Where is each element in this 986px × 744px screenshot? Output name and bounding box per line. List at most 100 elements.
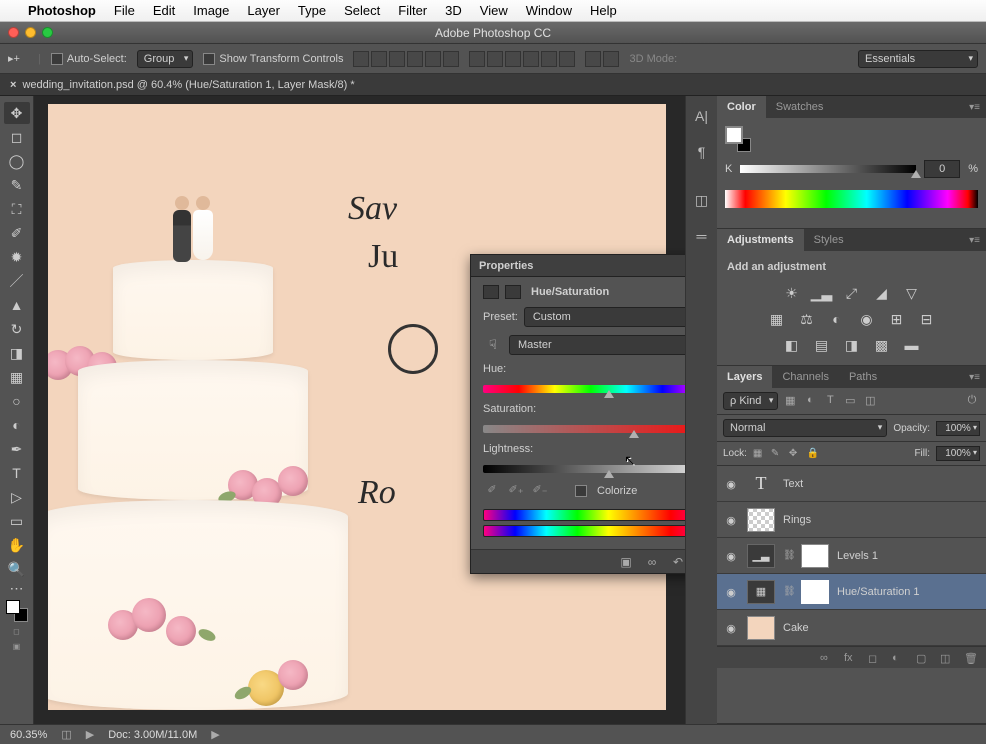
lock-transparency-icon[interactable]: ▦ (753, 448, 767, 460)
screen-mode-icon[interactable]: ▣ (7, 642, 27, 652)
adjustment-type-icon[interactable] (483, 285, 499, 299)
lasso-tool[interactable]: ◯ (4, 150, 30, 172)
layer-adjustment-thumb[interactable]: ▁▃ (747, 544, 775, 568)
brightness-contrast-icon[interactable]: ☀ (781, 283, 803, 303)
threshold-icon[interactable]: ◨ (841, 335, 863, 355)
photo-filter-icon[interactable]: ◉ (856, 309, 878, 329)
layer-visibility-icon[interactable]: ◉ (723, 586, 739, 598)
curves-icon[interactable]: ⤢ (841, 283, 863, 303)
filter-pixel-icon[interactable]: ▦ (782, 394, 798, 408)
menu-edit[interactable]: Edit (153, 3, 175, 18)
clip-to-layer-icon[interactable]: ▣ (618, 555, 634, 569)
layer-item-text[interactable]: ◉ T Text (717, 466, 986, 502)
hand-tool[interactable]: ✋ (4, 534, 30, 556)
layer-item-rings[interactable]: ◉ Rings (717, 502, 986, 538)
crop-tool[interactable]: ⛶ (4, 198, 30, 220)
lock-all-icon[interactable]: 🔒 (807, 448, 821, 460)
colorize-checkbox[interactable]: Colorize (575, 485, 637, 497)
bw-icon[interactable]: ◐ (826, 309, 848, 329)
color-lookup-icon[interactable]: ⊟ (916, 309, 938, 329)
k-value-input[interactable]: 0 (924, 160, 960, 178)
preset-dropdown[interactable]: Custom (524, 307, 685, 327)
workspace-dropdown[interactable]: Essentials (858, 50, 978, 68)
gradient-tool[interactable]: ▦ (4, 366, 30, 388)
clone-stamp-tool[interactable]: ▲ (4, 294, 30, 316)
layer-visibility-icon[interactable]: ◉ (723, 478, 739, 490)
menu-3d[interactable]: 3D (445, 3, 462, 18)
channels-tab[interactable]: Channels (772, 366, 838, 388)
layer-visibility-icon[interactable]: ◉ (723, 514, 739, 526)
hue-sat-icon[interactable]: ▦ (766, 309, 788, 329)
align-top-icon[interactable] (353, 51, 369, 67)
distribute-4-icon[interactable] (523, 51, 539, 67)
filter-adjust-icon[interactable]: ◐ (802, 394, 818, 408)
hue-slider[interactable] (483, 385, 685, 393)
minimize-window-button[interactable] (25, 27, 36, 38)
layer-thumbnail[interactable] (747, 508, 775, 532)
zoom-tool[interactable]: 🔍 (4, 558, 30, 580)
shape-tool[interactable]: ▭ (4, 510, 30, 532)
distribute-2-icon[interactable] (487, 51, 503, 67)
channel-dropdown[interactable]: Master (509, 335, 685, 355)
blend-mode-dropdown[interactable]: Normal (723, 419, 887, 437)
close-tab-icon[interactable]: × (10, 79, 16, 91)
auto-select-checkbox[interactable]: Auto-Select: (51, 53, 127, 65)
eyedropper-icon[interactable]: ✐ (483, 483, 501, 499)
layer-visibility-icon[interactable]: ◉ (723, 550, 739, 562)
dodge-tool[interactable]: ◐ (4, 414, 30, 436)
menu-window[interactable]: Window (526, 3, 572, 18)
layers-tab[interactable]: Layers (717, 366, 772, 388)
new-layer-icon[interactable]: ◫ (940, 652, 954, 664)
blur-tool[interactable]: ○ (4, 390, 30, 412)
paragraph-panel-icon[interactable]: ¶ (691, 142, 713, 162)
lock-pixels-icon[interactable]: ✎ (771, 448, 785, 460)
menu-view[interactable]: View (480, 3, 508, 18)
eyedropper-subtract-icon[interactable]: ✐₋ (531, 483, 549, 499)
layer-thumbnail[interactable]: T (747, 472, 775, 496)
color-swatch-pair[interactable] (725, 126, 751, 152)
quick-mask-icon[interactable]: ◻ (7, 627, 27, 637)
fill-input[interactable]: 100% (936, 446, 980, 461)
layer-link-icon[interactable]: ⛓ (783, 586, 793, 598)
move-tool-preset-icon[interactable]: ▸+ (8, 51, 28, 67)
mask-icon[interactable] (505, 285, 521, 299)
layer-item-levels[interactable]: ◉ ▁▃ ⛓ Levels 1 (717, 538, 986, 574)
distribute-5-icon[interactable] (541, 51, 557, 67)
channel-mixer-icon[interactable]: ⊞ (886, 309, 908, 329)
move-tool[interactable]: ✥ (4, 102, 30, 124)
lock-position-icon[interactable]: ✥ (789, 448, 803, 460)
layer-item-hue-sat[interactable]: ◉ ▦ ⛓ Hue/Saturation 1 (717, 574, 986, 610)
layer-mask-thumb[interactable] (801, 580, 829, 604)
align-left-icon[interactable] (407, 51, 423, 67)
menu-file[interactable]: File (114, 3, 135, 18)
color-spectrum[interactable] (725, 190, 978, 208)
exposure-icon[interactable]: ◢ (871, 283, 893, 303)
menu-filter[interactable]: Filter (398, 3, 427, 18)
delete-layer-icon[interactable]: 🗑 (964, 652, 978, 664)
eyedropper-add-icon[interactable]: ✐₊ (507, 483, 525, 499)
marquee-tool[interactable]: ◻ (4, 126, 30, 148)
auto-align-icon[interactable] (585, 51, 601, 67)
view-previous-icon[interactable]: ∞ (644, 555, 660, 569)
color-panel-menu-icon[interactable]: ▾≡ (963, 102, 986, 113)
properties-panel[interactable]: Properties ▸▸ ≡ Hue/Saturation Preset: C… (470, 254, 685, 574)
layer-mask-thumb[interactable] (801, 544, 829, 568)
levels-icon[interactable]: ▁▃ (811, 283, 833, 303)
status-icon-1[interactable]: ◫ (61, 728, 71, 741)
quick-select-tool[interactable]: ✎ (4, 174, 30, 196)
targeted-adjust-icon[interactable]: ☟ (483, 337, 503, 353)
swatches-tab[interactable]: Swatches (766, 96, 834, 118)
show-transform-checkbox[interactable]: Show Transform Controls (203, 53, 343, 65)
layer-link-icon[interactable]: ⛓ (783, 550, 793, 562)
filter-shape-icon[interactable]: ▭ (842, 394, 858, 408)
zoom-level[interactable]: 60.35% (10, 729, 47, 741)
align-bottom-icon[interactable] (389, 51, 405, 67)
layers-panel-menu-icon[interactable]: ▾≡ (963, 372, 986, 383)
filter-toggle-icon[interactable]: ⏻ (964, 394, 980, 408)
type-tool[interactable]: T (4, 462, 30, 484)
document-tab[interactable]: × wedding_invitation.psd @ 60.4% (Hue/Sa… (10, 79, 355, 91)
distribute-3-icon[interactable] (505, 51, 521, 67)
properties-dock-icon[interactable]: ◫ (691, 190, 713, 210)
path-select-tool[interactable]: ▷ (4, 486, 30, 508)
character-panel-icon[interactable]: A| (691, 106, 713, 126)
